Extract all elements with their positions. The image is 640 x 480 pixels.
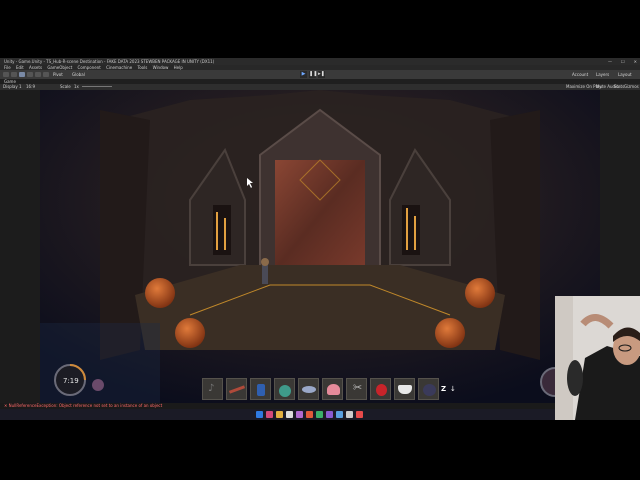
teacup-icon	[398, 385, 412, 394]
streamer-image	[555, 296, 640, 420]
marble-door	[275, 160, 365, 270]
hand-tool-icon[interactable]	[3, 72, 9, 77]
inventory-slot[interactable]	[298, 378, 319, 400]
file-explorer-icon[interactable]	[276, 411, 283, 418]
unity-icon[interactable]	[346, 411, 353, 418]
transform-tool-icon[interactable]	[43, 72, 49, 77]
shell-icon	[327, 384, 340, 395]
minimize-button[interactable]: —	[608, 58, 612, 65]
game-scene	[40, 90, 600, 403]
app-icon[interactable]	[296, 411, 303, 418]
window-title: Unity - Game.Unity - TS_Hub-R-scene Dest…	[4, 59, 215, 64]
inventory-slot[interactable]	[394, 378, 415, 400]
strawberry-icon	[376, 384, 387, 396]
debug-overlay-panel	[40, 323, 160, 403]
chrome-icon[interactable]	[316, 411, 323, 418]
close-button[interactable]: ✕	[634, 58, 637, 65]
maximize-button[interactable]: ☐	[621, 58, 625, 65]
orb-right-front[interactable]	[435, 318, 465, 348]
timer-text: 7:19	[63, 377, 79, 385]
pot-icon	[423, 384, 436, 396]
taskbar-icons	[256, 411, 363, 418]
move-tool-icon[interactable]	[11, 72, 17, 77]
orb-right-back[interactable]	[465, 278, 495, 308]
left-niche-alcove	[213, 205, 231, 255]
player-head	[261, 258, 269, 266]
player-character[interactable]	[262, 264, 268, 284]
ability-icon[interactable]	[92, 379, 104, 391]
app-icon[interactable]	[266, 411, 273, 418]
scale-slider[interactable]	[82, 86, 112, 87]
inventory-slot[interactable]	[418, 378, 439, 400]
app-icon[interactable]	[286, 411, 293, 418]
inventory-slot[interactable]	[322, 378, 343, 400]
flask-icon	[279, 385, 291, 397]
left-candle	[224, 218, 226, 250]
inventory-slot[interactable]: ♪	[202, 378, 223, 400]
app-icon[interactable]	[306, 411, 313, 418]
inventory-slot[interactable]	[370, 378, 391, 400]
fish-icon	[302, 386, 316, 393]
orb-left-front[interactable]	[175, 318, 205, 348]
window-titlebar: Unity - Game.Unity - TS_Hub-R-scene Dest…	[0, 58, 640, 65]
play-button[interactable]: ▶	[300, 71, 307, 78]
inventory-slot[interactable]: ✂	[346, 378, 367, 400]
right-candle	[414, 216, 416, 250]
right-candle	[406, 208, 408, 250]
pause-button[interactable]: ❚❚	[309, 71, 317, 78]
orb-left-back[interactable]	[145, 278, 175, 308]
start-icon[interactable]	[256, 411, 263, 418]
inventory-slot[interactable]	[250, 378, 271, 400]
zoom-key-label: Z	[441, 385, 447, 393]
pivot-toggle[interactable]: Pivot	[53, 71, 63, 78]
scale-tool-icon[interactable]	[27, 72, 33, 77]
letterbox-bottom	[0, 420, 640, 480]
visual-studio-icon[interactable]	[326, 411, 333, 418]
main-toolbar: Pivot Global ▶ ❚❚ ▸❚ Account Layers Layo…	[0, 70, 640, 79]
layout-dropdown[interactable]: Layout	[618, 71, 632, 78]
rect-tool-icon[interactable]	[35, 72, 41, 77]
flute-icon	[228, 385, 246, 394]
potion-bottle-icon	[257, 384, 265, 396]
inventory-slot[interactable]	[274, 378, 295, 400]
webcam-overlay	[555, 296, 640, 420]
step-button[interactable]: ▸❚	[318, 71, 325, 78]
os-taskbar	[0, 409, 640, 420]
bell-icon: ♪	[208, 383, 215, 394]
app-icon[interactable]	[336, 411, 343, 418]
game-viewport[interactable]: 7:19 ♪ ✂ Z ↓	[40, 90, 600, 403]
console-error-message: ✕ NullReferenceException: Object referen…	[4, 403, 163, 408]
right-niche-alcove	[402, 205, 420, 255]
arrow-down-icon: ↓	[450, 385, 456, 393]
global-toggle[interactable]: Global	[72, 71, 85, 78]
layers-dropdown[interactable]: Layers	[596, 71, 609, 78]
game-view-pillar-left	[0, 90, 40, 403]
account-dropdown[interactable]: Account	[572, 71, 588, 78]
inventory-slot[interactable]	[226, 378, 247, 400]
letterbox-top	[0, 0, 640, 58]
scissors-icon: ✂	[353, 381, 363, 394]
left-candle	[216, 212, 218, 250]
rotate-tool-icon[interactable]	[19, 72, 25, 77]
app-icon[interactable]	[356, 411, 363, 418]
window-controls: — ☐ ✕	[604, 58, 637, 65]
